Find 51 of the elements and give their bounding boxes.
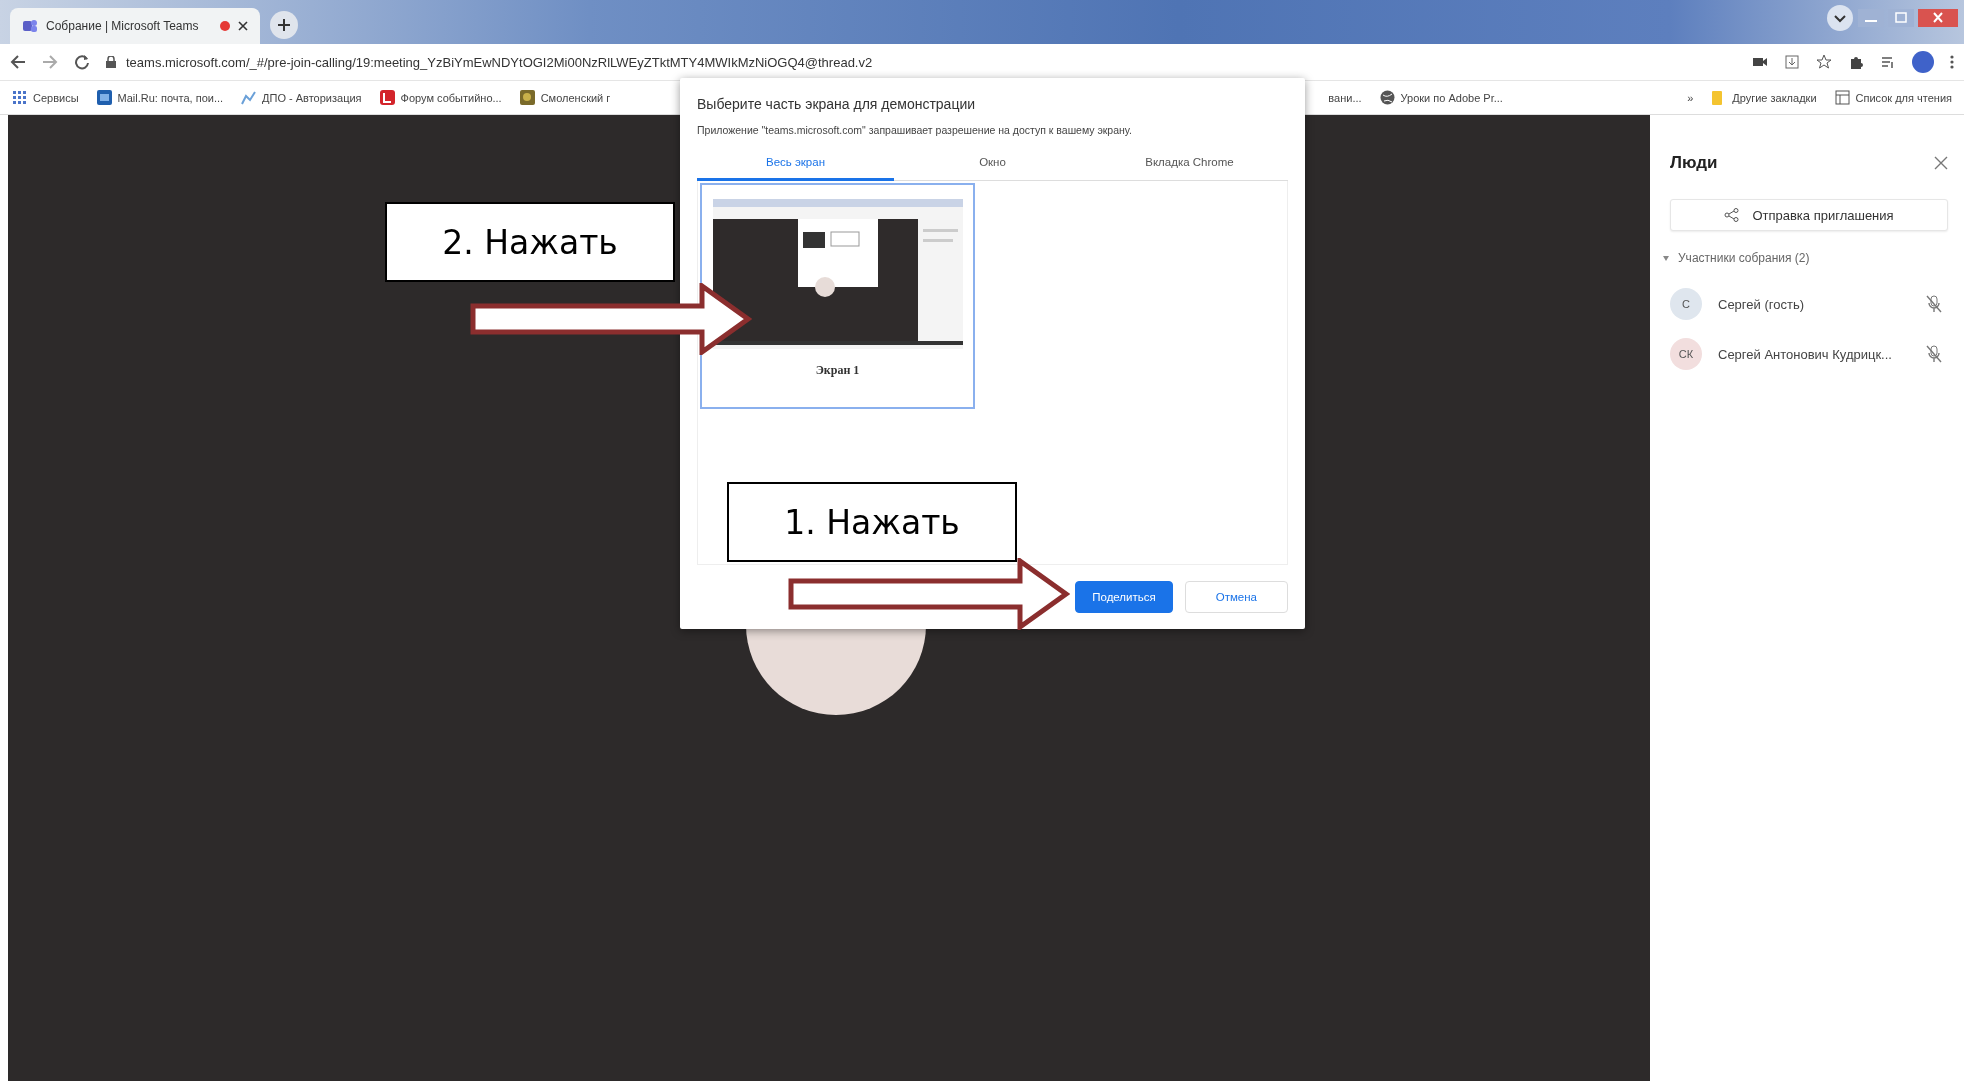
- caret-icon[interactable]: [1662, 254, 1670, 262]
- bookmark-link[interactable]: Форум событийно...: [400, 91, 502, 104]
- panel-title: Люди: [1670, 153, 1718, 173]
- more-bookmarks-button[interactable]: »: [1687, 91, 1694, 104]
- bookmark-link[interactable]: Смоленский г: [540, 91, 611, 104]
- tab[interactable]: Вкладка Chrome: [1091, 150, 1288, 181]
- bookmark-link[interactable]: вани...: [1328, 91, 1362, 104]
- chart-icon: [241, 90, 257, 105]
- menu-icon[interactable]: [1950, 54, 1954, 70]
- new-tab-button[interactable]: [270, 11, 298, 39]
- photo-icon: [519, 90, 535, 105]
- back-icon[interactable]: [10, 54, 26, 70]
- tab[interactable]: Окно: [894, 150, 1091, 181]
- share-icon: [1724, 208, 1741, 222]
- reading-list-icon[interactable]: [1880, 54, 1896, 70]
- bookmark-link[interactable]: ДПО - Авторизация: [262, 91, 362, 104]
- screen-label: Экран 1: [815, 363, 860, 378]
- avatar: СК: [1670, 338, 1702, 370]
- invite-button[interactable]: Отправка приглашения: [1670, 199, 1948, 231]
- lock-icon: [106, 56, 116, 68]
- section-header[interactable]: Участники собрания (2): [1678, 251, 1810, 265]
- screen-thumbnail-card[interactable]: Экран 1: [700, 183, 975, 409]
- bookmark-link[interactable]: Уроки по Adobe Pr...: [1400, 91, 1503, 104]
- cancel-button[interactable]: Отмена: [1184, 581, 1288, 613]
- bookmark-link[interactable]: Mail.Ru: почта, пои...: [117, 91, 224, 104]
- install-icon[interactable]: [1784, 54, 1800, 70]
- tab-title: Собрание | Microsoft Teams: [46, 19, 200, 33]
- bookmark-link[interactable]: Сервисы: [33, 91, 79, 104]
- teams-logo-icon: [22, 18, 38, 34]
- apps-grid-icon: [12, 90, 27, 105]
- participant-name: Сергей (гость): [1718, 296, 1805, 312]
- star-icon[interactable]: [1816, 54, 1832, 70]
- callout-label: 2. Нажать: [385, 202, 675, 282]
- avatar: С: [1670, 288, 1702, 320]
- bookmark-link[interactable]: Список для чтения: [1855, 91, 1952, 104]
- plus-icon: [277, 18, 291, 32]
- bookmark-link[interactable]: Другие закладки: [1732, 91, 1817, 104]
- tab-search-icon[interactable]: [1826, 4, 1854, 32]
- close-icon[interactable]: [238, 21, 248, 31]
- reading-list-icon: [1834, 90, 1850, 105]
- puzzle-icon[interactable]: [1848, 54, 1864, 70]
- share-button[interactable]: Поделиться: [1075, 581, 1173, 613]
- profile-avatar-icon[interactable]: [1912, 51, 1934, 73]
- dialog-title: Выберите часть экрана для демонстрации: [697, 96, 977, 112]
- dialog-message: Приложение "teams.microsoft.com" запрашивает разрешение на доступ к вашему экрану.: [697, 124, 1133, 136]
- address-field[interactable]: teams.microsoft.com/_#/pre-join-calling/19:meeting_YzBiYmEwNDYtOGI2Mi00NzRlLWEyZTktMTY4MWIkMzNiOGQ4@thread.v2: [126, 54, 873, 70]
- participant-name: Сергей Антонович Кудрицк...: [1718, 346, 1893, 362]
- browser-tab[interactable]: Собрание | Microsoft Teams: [10, 8, 260, 44]
- callout-label: 1. Нажать: [727, 482, 1017, 562]
- reload-icon[interactable]: [74, 54, 90, 70]
- mail-icon: [96, 90, 112, 105]
